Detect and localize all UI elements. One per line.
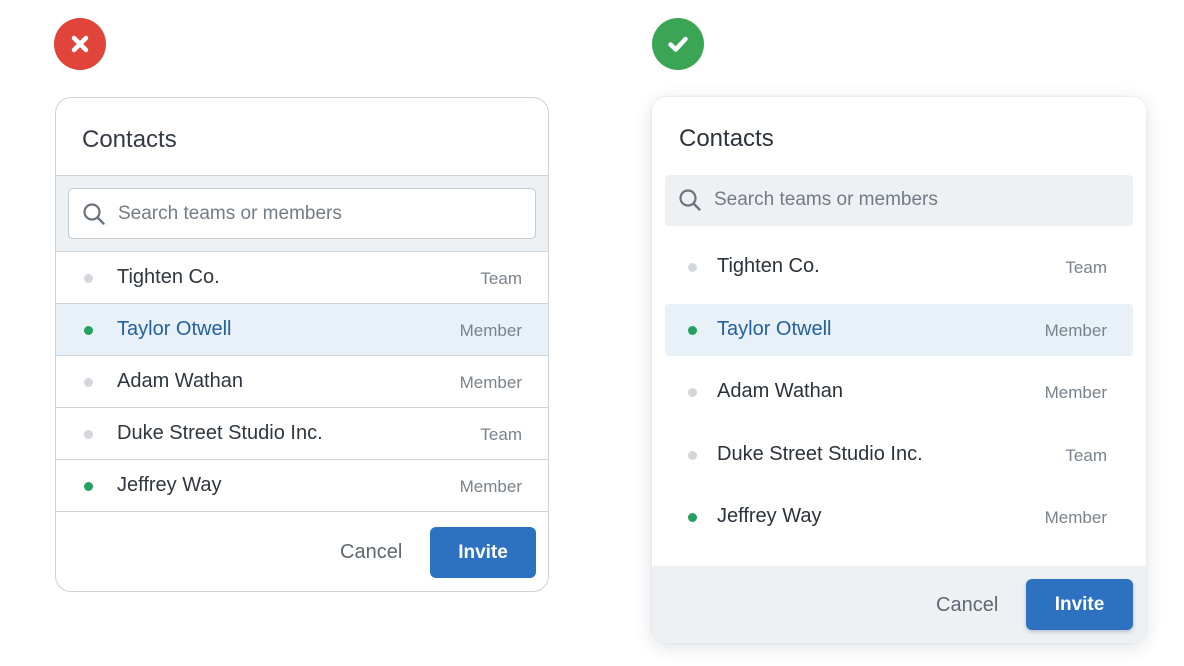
x-icon-glyph xyxy=(71,35,89,53)
search-icon xyxy=(679,189,701,211)
status-dot-online xyxy=(84,482,93,491)
search-input[interactable]: Search teams or members xyxy=(68,188,536,239)
contact-row[interactable]: Adam Wathan Member xyxy=(665,366,1133,418)
cancel-button[interactable]: Cancel xyxy=(936,594,998,617)
contact-type: Member xyxy=(1044,383,1107,402)
contact-name: Duke Street Studio Inc. xyxy=(117,422,323,444)
status-dot-online xyxy=(688,326,697,335)
contact-type: Member xyxy=(1044,321,1107,340)
contact-name: Jeffrey Way xyxy=(717,505,822,527)
contact-type: Team xyxy=(480,425,522,444)
cancel-button[interactable]: Cancel xyxy=(340,541,402,564)
contact-name: Duke Street Studio Inc. xyxy=(717,443,923,465)
status-dot xyxy=(688,388,697,397)
status-dot xyxy=(84,274,93,283)
status-dot-online xyxy=(688,513,697,522)
status-dot xyxy=(84,430,93,439)
dialog-footer: Cancel Invite xyxy=(652,566,1146,643)
contact-row-selected[interactable]: Taylor Otwell Member xyxy=(56,304,548,356)
search-section: Search teams or members xyxy=(56,175,548,252)
x-icon xyxy=(54,18,106,70)
contact-row[interactable]: Tighten Co. Team xyxy=(665,241,1133,293)
contacts-dialog-good: Contacts Search teams or members Tighten… xyxy=(652,97,1146,643)
contact-type: Member xyxy=(459,321,522,340)
contact-name: Tighten Co. xyxy=(717,255,820,277)
check-icon xyxy=(652,18,704,70)
contact-type: Team xyxy=(1065,446,1107,465)
search-input[interactable]: Search teams or members xyxy=(665,175,1133,226)
contact-type: Member xyxy=(459,477,522,496)
status-dot xyxy=(688,263,697,272)
contact-name: Jeffrey Way xyxy=(117,474,222,496)
status-dot-online xyxy=(84,326,93,335)
search-placeholder: Search teams or members xyxy=(118,203,342,224)
contact-row[interactable]: Jeffrey Way Member xyxy=(665,491,1133,543)
dialog-title: Contacts xyxy=(82,126,177,153)
contact-name: Adam Wathan xyxy=(717,380,843,402)
contact-name: Taylor Otwell xyxy=(117,318,232,340)
search-placeholder: Search teams or members xyxy=(714,189,938,210)
invite-button[interactable]: Invite xyxy=(1026,579,1133,630)
contact-type: Member xyxy=(1044,508,1107,527)
dialog-title: Contacts xyxy=(679,125,774,152)
contact-row[interactable]: Tighten Co. Team xyxy=(56,252,548,304)
contact-name: Adam Wathan xyxy=(117,370,243,392)
contacts-dialog-bad: Contacts Search teams or members Tighten… xyxy=(55,97,549,592)
contact-name: Tighten Co. xyxy=(117,266,220,288)
contact-row[interactable]: Adam Wathan Member xyxy=(56,356,548,408)
contact-row[interactable]: Duke Street Studio Inc. Team xyxy=(56,408,548,460)
check-icon-glyph xyxy=(668,36,688,52)
contact-type: Team xyxy=(1065,258,1107,277)
contact-type: Member xyxy=(459,373,522,392)
search-icon xyxy=(83,203,105,225)
status-dot xyxy=(688,451,697,460)
contact-row[interactable]: Jeffrey Way Member xyxy=(56,460,548,512)
invite-button[interactable]: Invite xyxy=(430,527,536,578)
contact-name: Taylor Otwell xyxy=(717,318,832,340)
status-dot xyxy=(84,378,93,387)
contact-type: Team xyxy=(480,269,522,288)
contact-row[interactable]: Duke Street Studio Inc. Team xyxy=(665,429,1133,481)
contact-row-selected[interactable]: Taylor Otwell Member xyxy=(665,304,1133,356)
